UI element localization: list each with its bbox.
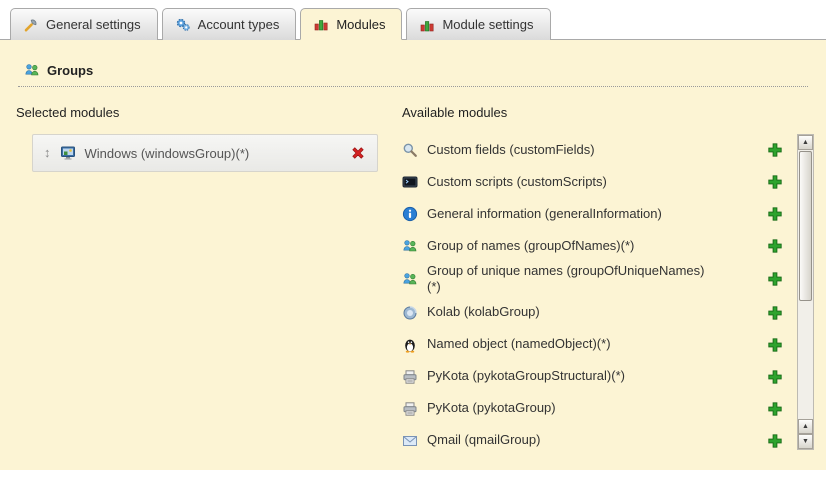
available-module-label: PyKota (pykotaGroupStructural)(*) — [427, 368, 709, 384]
available-module-row: Group of unique names (groupOfUniqueName… — [402, 262, 797, 297]
tab-label: Account types — [198, 17, 280, 32]
scroll-down-button[interactable]: ▼ — [798, 434, 813, 449]
scroll-up-button[interactable]: ▲ — [798, 135, 813, 150]
magnifier-icon — [402, 142, 418, 158]
available-module-row: General information (generalInformation) — [402, 198, 797, 230]
available-module-row: Kolab (kolabGroup) — [402, 297, 797, 329]
group-icon — [402, 238, 418, 254]
available-module-row: PyKota (pykotaGroup) — [402, 393, 797, 425]
selected-module-label: Windows (windowsGroup)(*) — [85, 146, 342, 161]
available-module-row: Group of names (groupOfNames)(*) — [402, 230, 797, 262]
arrow-up-icon: ▲ — [802, 139, 809, 146]
available-module-label: Group of names (groupOfNames)(*) — [427, 238, 709, 254]
group-icon — [24, 62, 40, 78]
available-modules-heading: Available modules — [402, 105, 814, 120]
tab-module-settings[interactable]: Module settings — [406, 8, 550, 40]
add-module-button[interactable] — [767, 433, 783, 449]
scrollbar-track[interactable] — [798, 302, 813, 419]
selected-modules-column: Selected modules ↕ — [12, 101, 390, 450]
section-title: Groups — [47, 63, 93, 78]
scroll-up-button-bottom[interactable]: ▲ — [798, 419, 813, 434]
remove-module-button[interactable] — [350, 145, 366, 161]
green-plus-icon — [767, 305, 783, 321]
info-icon — [402, 206, 418, 222]
gears-icon — [175, 17, 191, 33]
available-module-row: Qmail (qmailGroup) — [402, 425, 797, 451]
green-plus-icon — [767, 433, 783, 449]
available-modules-column: Available modules Custom fields (customF… — [390, 101, 814, 450]
red-x-icon — [350, 145, 366, 161]
printer-icon — [402, 401, 418, 417]
green-plus-icon — [767, 142, 783, 158]
add-module-button[interactable] — [767, 174, 783, 190]
available-module-row: Custom fields (customFields) — [402, 134, 797, 166]
tab-label: General settings — [46, 17, 141, 32]
add-module-button[interactable] — [767, 369, 783, 385]
add-module-button[interactable] — [767, 305, 783, 321]
green-plus-icon — [767, 174, 783, 190]
available-module-label: Named object (namedObject)(*) — [427, 336, 709, 352]
modules-chart-icon — [313, 16, 329, 32]
green-plus-icon — [767, 271, 783, 287]
arrow-up-icon: ▲ — [802, 423, 809, 430]
selected-modules-heading: Selected modules — [16, 105, 390, 120]
wrench-icon — [23, 17, 39, 33]
add-module-button[interactable] — [767, 206, 783, 222]
tab-bar: General settings Account types — [0, 0, 826, 40]
add-module-button[interactable] — [767, 337, 783, 353]
modules-columns: Selected modules ↕ — [12, 101, 814, 450]
windows-monitor-icon — [60, 145, 76, 161]
available-module-label: Group of unique names (groupOfUniqueName… — [427, 263, 709, 296]
tab-label: Module settings — [442, 17, 533, 32]
selected-modules-list: ↕ Windows (windowsGroup)(*) — [32, 134, 378, 172]
available-module-label: Custom scripts (customScripts) — [427, 174, 709, 190]
printer-icon — [402, 369, 418, 385]
drag-handle-icon[interactable]: ↕ — [44, 146, 51, 160]
green-plus-icon — [767, 238, 783, 254]
available-module-row: Named object (namedObject)(*) — [402, 329, 797, 361]
available-modules-scrollbar[interactable]: ▲ ▲ ▼ — [797, 134, 814, 450]
add-module-button[interactable] — [767, 238, 783, 254]
available-module-label: General information (generalInformation) — [427, 206, 709, 222]
scrollbar-thumb[interactable] — [799, 151, 812, 301]
green-plus-icon — [767, 369, 783, 385]
terminal-icon — [402, 174, 418, 190]
tab-general-settings[interactable]: General settings — [10, 8, 158, 40]
green-plus-icon — [767, 337, 783, 353]
green-plus-icon — [767, 206, 783, 222]
arrow-down-icon: ▼ — [802, 438, 809, 445]
add-module-button[interactable] — [767, 271, 783, 287]
available-module-label: PyKota (pykotaGroup) — [427, 400, 709, 416]
tab-modules[interactable]: Modules — [300, 8, 402, 40]
envelope-icon — [402, 433, 418, 449]
tab-label: Modules — [336, 17, 385, 32]
add-module-button[interactable] — [767, 142, 783, 158]
groups-heading: Groups — [18, 58, 808, 87]
penguin-icon — [402, 337, 418, 353]
tab-account-types[interactable]: Account types — [162, 8, 297, 40]
green-plus-icon — [767, 401, 783, 417]
modules-tab-content: Groups Selected modules ↕ — [0, 40, 826, 470]
config-page: General settings Account types — [0, 0, 826, 470]
available-module-label: Qmail (qmailGroup) — [427, 432, 709, 448]
available-module-row: Custom scripts (customScripts) — [402, 166, 797, 198]
selected-module-row: ↕ Windows (windowsGroup)(*) — [36, 138, 374, 168]
available-module-label: Kolab (kolabGroup) — [427, 304, 709, 320]
group-icon — [402, 271, 418, 287]
available-module-label: Custom fields (customFields) — [427, 142, 709, 158]
available-modules-list: Custom fields (customFields) — [402, 134, 797, 450]
modules-chart-icon — [419, 17, 435, 33]
add-module-button[interactable] — [767, 401, 783, 417]
available-modules-panel: Custom fields (customFields) — [402, 134, 814, 450]
kolab-icon — [402, 305, 418, 321]
available-module-row: PyKota (pykotaGroupStructural)(*) — [402, 361, 797, 393]
